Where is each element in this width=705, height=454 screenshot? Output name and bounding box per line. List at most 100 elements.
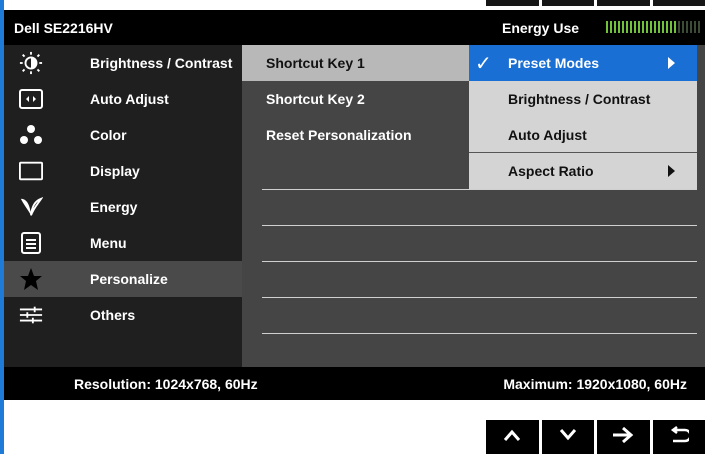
energy-meter-tick xyxy=(646,21,648,33)
submenu-label: Reset Personalization xyxy=(266,127,412,143)
energy-meter-tick xyxy=(650,21,652,33)
option-preset-modes[interactable]: ✓ Preset Modes xyxy=(469,45,697,81)
energy-meter-tick xyxy=(618,21,620,33)
top-button-1 xyxy=(486,0,539,6)
star-icon xyxy=(19,268,43,290)
divider xyxy=(262,297,469,298)
energy-meter-tick xyxy=(626,21,628,33)
down-arrow-icon xyxy=(559,428,577,447)
category-label: Personalize xyxy=(90,271,168,287)
energy-meter-tick xyxy=(698,21,700,33)
osd-header: Dell SE2216HV Energy Use xyxy=(4,10,705,45)
divider xyxy=(469,189,697,190)
energy-meter-tick xyxy=(654,21,656,33)
submenu-reset-personalization[interactable]: Reset Personalization xyxy=(242,117,469,153)
divider xyxy=(262,225,469,226)
energy-meter-tick xyxy=(634,21,636,33)
energy-meter-tick xyxy=(670,21,672,33)
display-icon xyxy=(19,160,43,182)
option-auto-adjust[interactable]: Auto Adjust xyxy=(469,117,697,153)
brightness-icon xyxy=(19,51,43,75)
energy-use-label: Energy Use xyxy=(502,20,580,36)
top-button-3 xyxy=(597,0,650,6)
divider xyxy=(469,297,697,298)
divider xyxy=(262,189,469,190)
top-button-2 xyxy=(541,0,594,6)
divider xyxy=(262,261,469,262)
category-menu-settings[interactable]: Menu xyxy=(4,225,242,261)
up-button[interactable] xyxy=(486,420,539,454)
energy-meter-tick xyxy=(630,21,632,33)
energy-meter-tick xyxy=(682,21,684,33)
option-label: Preset Modes xyxy=(508,55,600,71)
down-button[interactable] xyxy=(541,420,594,454)
up-arrow-icon xyxy=(503,428,521,447)
energy-icon xyxy=(19,196,43,218)
back-button[interactable] xyxy=(652,420,705,454)
category-energy[interactable]: Energy xyxy=(4,189,242,225)
category-personalize[interactable]: Personalize xyxy=(4,261,242,297)
category-label: Color xyxy=(90,127,127,143)
energy-meter-tick xyxy=(674,21,676,33)
category-menu: Brightness / Contrast Auto Adjust Color … xyxy=(4,45,242,367)
energy-meter-tick xyxy=(606,21,608,33)
option-label: Aspect Ratio xyxy=(508,163,594,179)
color-icon xyxy=(19,124,43,146)
category-auto-adjust[interactable]: Auto Adjust xyxy=(4,81,242,117)
submenu-shortcut-key-1[interactable]: Shortcut Key 1 xyxy=(242,45,469,81)
divider xyxy=(469,333,697,334)
submenu-panel: Shortcut Key 1 Shortcut Key 2 Reset Pers… xyxy=(242,45,469,367)
submenu-label: Shortcut Key 2 xyxy=(266,91,365,107)
divider xyxy=(469,152,697,153)
option-aspect-ratio[interactable]: Aspect Ratio xyxy=(469,153,697,189)
submenu-arrow-icon xyxy=(668,165,675,177)
energy-meter-tick xyxy=(666,21,668,33)
category-color[interactable]: Color xyxy=(4,117,242,153)
energy-meter-tick xyxy=(686,21,688,33)
category-display[interactable]: Display xyxy=(4,153,242,189)
energy-meter-tick xyxy=(622,21,624,33)
submenu-shortcut-key-2[interactable]: Shortcut Key 2 xyxy=(242,81,469,117)
energy-meter-tick xyxy=(638,21,640,33)
energy-meter-tick xyxy=(662,21,664,33)
menu-icon xyxy=(19,232,43,254)
divider xyxy=(469,261,697,262)
energy-meter-tick xyxy=(614,21,616,33)
osd-footer: Resolution: 1024x768, 60Hz Maximum: 1920… xyxy=(4,367,705,400)
option-label: Auto Adjust xyxy=(508,127,587,143)
check-icon: ✓ xyxy=(475,53,492,75)
divider xyxy=(262,333,469,334)
option-brightness-contrast[interactable]: Brightness / Contrast xyxy=(469,81,697,117)
category-label: Energy xyxy=(90,199,138,215)
energy-meter-tick xyxy=(694,21,696,33)
submenu-label: Shortcut Key 1 xyxy=(266,55,365,71)
category-label: Auto Adjust xyxy=(90,91,169,107)
right-button[interactable] xyxy=(597,420,650,454)
energy-meter-tick xyxy=(642,21,644,33)
energy-meter-tick xyxy=(658,21,660,33)
category-brightness-contrast[interactable]: Brightness / Contrast xyxy=(4,45,242,81)
top-button-strip xyxy=(486,0,705,6)
navigation-buttons xyxy=(486,420,705,454)
maximum-resolution: Maximum: 1920x1080, 60Hz xyxy=(503,376,687,392)
model-name: Dell SE2216HV xyxy=(14,20,113,36)
category-label: Others xyxy=(90,307,136,323)
submenu-arrow-icon xyxy=(668,57,675,69)
energy-meter-tick xyxy=(610,21,612,33)
option-label: Brightness / Contrast xyxy=(508,91,651,107)
category-label: Brightness / Contrast xyxy=(90,55,233,71)
energy-meter-tick xyxy=(690,21,692,33)
category-others[interactable]: Others xyxy=(4,297,242,333)
category-label: Display xyxy=(90,163,140,179)
right-arrow-icon xyxy=(612,426,634,449)
auto-adjust-icon xyxy=(19,88,43,110)
back-arrow-icon xyxy=(669,425,692,449)
category-label: Menu xyxy=(90,235,127,251)
options-panel: ✓ Preset Modes Brightness / Contrast Aut… xyxy=(469,45,705,367)
energy-use-meter xyxy=(606,21,701,33)
current-resolution: Resolution: 1024x768, 60Hz xyxy=(74,376,258,392)
energy-meter-tick xyxy=(678,21,680,33)
top-button-4 xyxy=(652,0,705,6)
divider xyxy=(469,225,697,226)
osd-menu: Dell SE2216HV Energy Use Brightness / Co… xyxy=(4,10,705,400)
